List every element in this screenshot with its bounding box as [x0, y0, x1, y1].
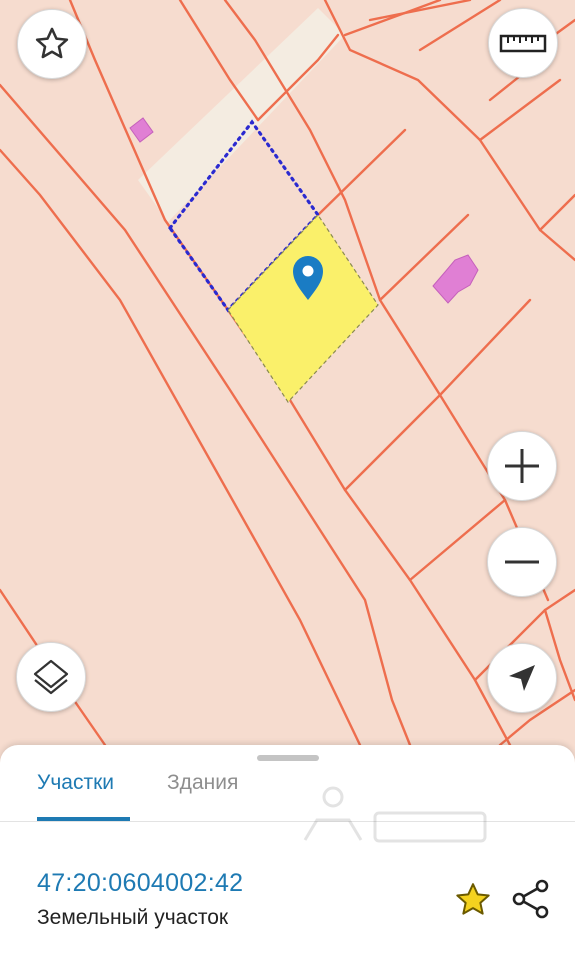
tab-buildings[interactable]: Здания: [167, 771, 238, 821]
layers-icon: [33, 659, 69, 695]
star-icon: [456, 883, 490, 915]
share-button[interactable]: [510, 878, 552, 920]
ruler-icon: [499, 34, 547, 53]
tab-parcels[interactable]: Участки: [37, 771, 114, 821]
favorite-map-button[interactable]: [17, 9, 87, 79]
parcel-info-panel: Участки Здания 47:20:0604002:42 Земельны…: [0, 745, 575, 960]
star-outline-icon: [35, 27, 69, 59]
zoom-in-button[interactable]: [487, 431, 557, 501]
zoom-out-button[interactable]: [487, 527, 557, 597]
share-icon: [512, 879, 549, 919]
minus-icon: [505, 560, 539, 564]
my-location-button[interactable]: [487, 643, 557, 713]
plus-icon: [505, 449, 539, 483]
parcel-type-label: Земельный участок: [37, 906, 229, 929]
active-tab-indicator: [37, 817, 130, 821]
ruler-button[interactable]: [488, 8, 558, 78]
layers-button[interactable]: [16, 642, 86, 712]
add-to-favorites-button[interactable]: [453, 880, 493, 920]
watermark-logo: [303, 786, 487, 843]
parcel-cadastral-number[interactable]: 47:20:0604002:42: [37, 869, 243, 898]
navigation-arrow-icon: [509, 665, 535, 691]
